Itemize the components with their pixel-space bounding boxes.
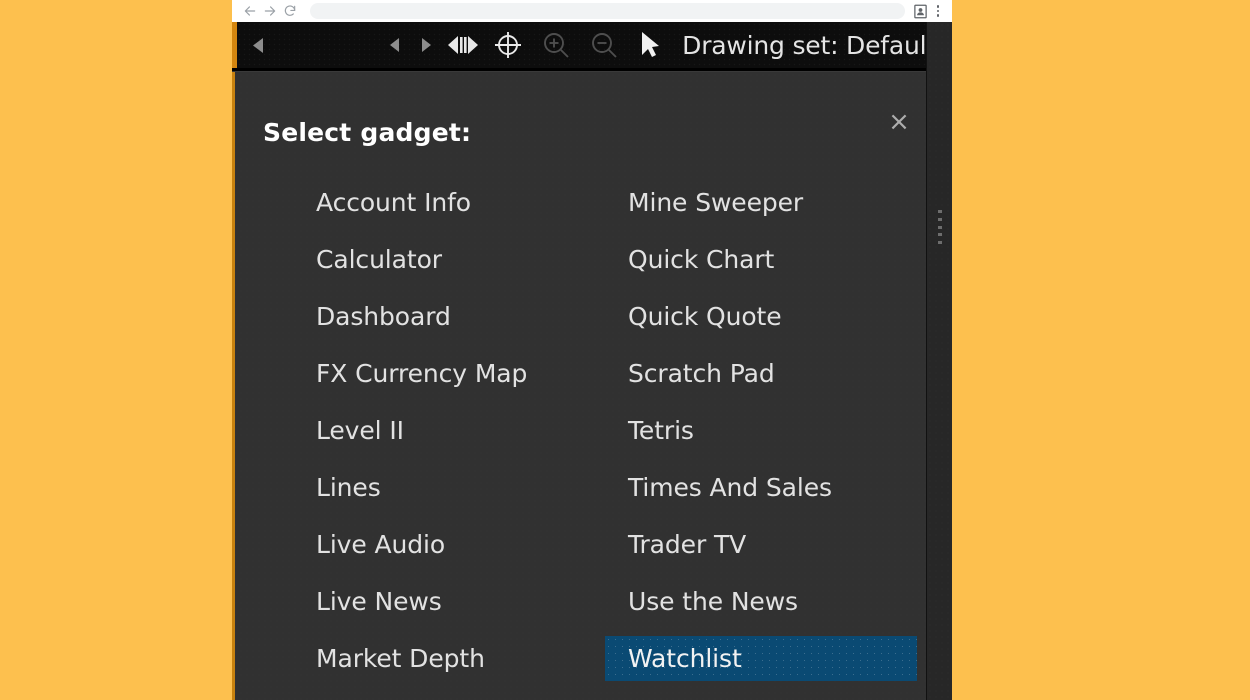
browser-chrome	[232, 0, 952, 22]
browser-window: Drawing set: Default Select gadget: × Ac…	[232, 0, 952, 700]
vertical-drag-grip-icon[interactable]	[938, 210, 942, 244]
grip-dot	[938, 225, 942, 229]
gadget-item-quick-quote[interactable]: Quick Quote	[605, 294, 917, 339]
gadget-item-level-ii[interactable]: Level II	[293, 408, 605, 453]
expand-horizontal-icon[interactable]	[442, 22, 484, 68]
gadget-item-label: Scratch Pad	[628, 359, 775, 388]
gadget-item-lines[interactable]: Lines	[293, 465, 605, 510]
gadget-item-label: Mine Sweeper	[628, 188, 804, 217]
gadget-item-label: Tetris	[628, 416, 694, 445]
gadget-item-label: Account Info	[316, 188, 472, 217]
select-gadget-dialog: Select gadget: × Account Info Calculator…	[232, 72, 952, 700]
gadget-item-tetris[interactable]: Tetris	[605, 408, 917, 453]
crosshair-icon[interactable]	[484, 22, 532, 68]
reload-icon[interactable]	[280, 2, 300, 20]
drawing-set-label: Drawing set: Default	[682, 30, 936, 60]
gadget-item-label: Quick Chart	[628, 245, 775, 274]
gadget-item-label: Quick Quote	[628, 302, 782, 331]
pointer-arrow-icon[interactable]	[628, 22, 672, 68]
next-arrow-icon[interactable]	[410, 22, 442, 68]
menu-dot	[936, 5, 940, 8]
gadget-item-trader-tv[interactable]: Trader TV	[605, 522, 917, 567]
back-arrow-icon[interactable]	[240, 2, 260, 20]
dialog-title: Select gadget:	[263, 118, 472, 147]
zoom-out-icon[interactable]	[580, 22, 628, 68]
three-dot-menu-icon[interactable]	[930, 3, 946, 19]
panel-right-strip	[926, 22, 952, 700]
address-bar[interactable]	[310, 3, 905, 19]
gadget-item-live-audio[interactable]: Live Audio	[293, 522, 605, 567]
gadget-item-label: Use the News	[628, 587, 798, 616]
gadget-column-right: Mine Sweeper Quick Chart Quick Quote Scr…	[605, 180, 917, 693]
app-toolbar: Drawing set: Default	[232, 22, 952, 68]
forward-arrow-icon[interactable]	[260, 2, 280, 20]
gadget-item-label: Trader TV	[628, 530, 747, 559]
gadget-item-scratch-pad[interactable]: Scratch Pad	[605, 351, 917, 396]
gadget-item-use-the-news[interactable]: Use the News	[605, 579, 917, 624]
gadget-item-market-depth[interactable]: Market Depth	[293, 636, 605, 681]
zoom-in-icon[interactable]	[532, 22, 580, 68]
gadget-item-calculator[interactable]: Calculator	[293, 237, 605, 282]
previous-arrow-icon[interactable]	[380, 22, 410, 68]
gadget-item-label: Market Depth	[316, 644, 485, 673]
gadget-item-label: Level II	[316, 416, 404, 445]
gadget-item-label: Times And Sales	[628, 473, 832, 502]
gadget-item-mine-sweeper[interactable]: Mine Sweeper	[605, 180, 917, 225]
gadget-item-label: FX Currency Map	[316, 359, 528, 388]
gadget-item-watchlist[interactable]: Watchlist	[605, 636, 917, 681]
gadget-column-left: Account Info Calculator Dashboard FX Cur…	[293, 180, 605, 693]
gadget-item-label: Dashboard	[316, 302, 451, 331]
gadget-item-live-news[interactable]: Live News	[293, 579, 605, 624]
menu-dot	[936, 14, 940, 17]
gadget-item-label: Lines	[316, 473, 381, 502]
gadget-item-account-info[interactable]: Account Info	[293, 180, 605, 225]
gadget-item-times-and-sales[interactable]: Times And Sales	[605, 465, 917, 510]
gadget-item-label: Watchlist	[628, 644, 742, 673]
gadget-item-fx-currency-map[interactable]: FX Currency Map	[293, 351, 605, 396]
gadget-item-quick-chart[interactable]: Quick Chart	[605, 237, 917, 282]
grip-dot	[938, 241, 942, 244]
menu-dot	[936, 9, 940, 13]
gadget-item-label: Live Audio	[316, 530, 446, 559]
close-icon[interactable]: ×	[885, 108, 913, 136]
grip-dot	[938, 217, 942, 221]
page-canvas: Drawing set: Default Select gadget: × Ac…	[0, 0, 1250, 700]
profile-icon[interactable]	[913, 4, 928, 19]
gadget-list: Account Info Calculator Dashboard FX Cur…	[232, 180, 952, 700]
gadget-item-dashboard[interactable]: Dashboard	[293, 294, 605, 339]
gadget-item-label: Live News	[316, 587, 442, 616]
grip-dot	[938, 210, 942, 213]
previous-far-arrow-icon[interactable]	[240, 22, 276, 68]
toolbar-accent-stripe	[232, 22, 237, 68]
grip-dot	[938, 233, 942, 237]
gadget-item-label: Calculator	[316, 245, 442, 274]
